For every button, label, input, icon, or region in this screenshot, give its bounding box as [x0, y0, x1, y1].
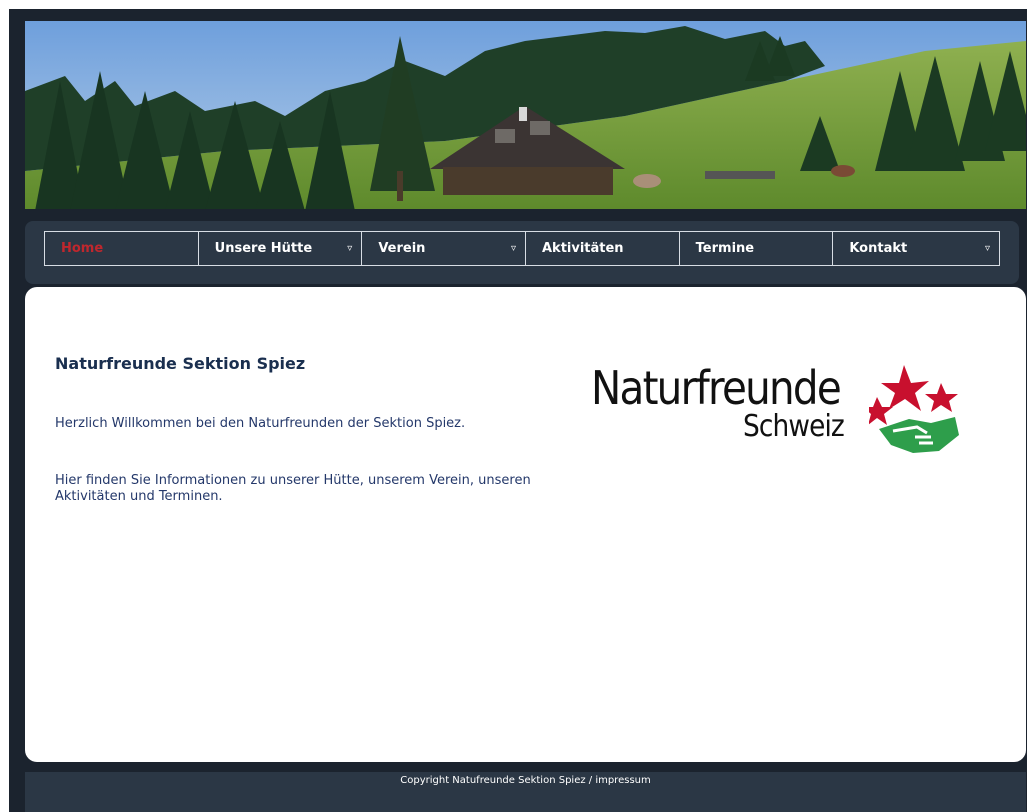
footer: Copyright Natufreunde Sektion Spiez / im… [25, 772, 1026, 812]
welcome-text: Herzlich Willkommen bei den Naturfreunde… [55, 416, 466, 431]
footer-copyright[interactable]: Copyright Natufreunde Sektion Spiez / im… [400, 775, 650, 786]
nav-item-kontakt[interactable]: Kontakt ▿ [833, 232, 999, 265]
nav-item-unsere-huette[interactable]: Unsere Hütte ▿ [199, 232, 363, 265]
nav-item-aktivitaeten[interactable]: Aktivitäten [526, 232, 680, 265]
naturfreunde-logo: Naturfreunde Schweiz [591, 361, 971, 461]
page-wrapper: Home Unsere Hütte ▿ Verein ▿ Aktivitäten… [9, 9, 1027, 812]
nav-item-verein[interactable]: Verein ▿ [362, 232, 526, 265]
nav-item-home[interactable]: Home [45, 232, 199, 265]
flowers-handshake-icon [869, 365, 959, 453]
main-menu: Home Unsere Hütte ▿ Verein ▿ Aktivitäten… [44, 231, 1000, 266]
chevron-down-icon[interactable]: ▿ [511, 232, 516, 265]
nav-item-label: Kontakt [849, 241, 908, 256]
info-text: Hier finden Sie Informationen zu unserer… [55, 473, 531, 504]
main-content: Naturfreunde Sektion Spiez Herzlich Will… [25, 287, 1026, 762]
header-banner-photo [25, 21, 1026, 209]
nav-item-label: Termine [695, 241, 755, 256]
page-title: Naturfreunde Sektion Spiez [55, 354, 306, 373]
logo-text-naturfreunde: Naturfreunde [591, 361, 842, 415]
nav-item-termine[interactable]: Termine [680, 232, 834, 265]
nav-item-label: Aktivitäten [541, 241, 624, 256]
chevron-down-icon[interactable]: ▿ [985, 232, 990, 265]
main-navigation-bar: Home Unsere Hütte ▿ Verein ▿ Aktivitäten… [25, 221, 1019, 284]
nav-item-label: Home [61, 241, 104, 256]
nav-item-label: Verein [378, 241, 426, 256]
logo-text-schweiz: Schweiz [743, 409, 845, 444]
nav-item-label: Unsere Hütte [214, 241, 313, 256]
chevron-down-icon[interactable]: ▿ [347, 232, 352, 265]
